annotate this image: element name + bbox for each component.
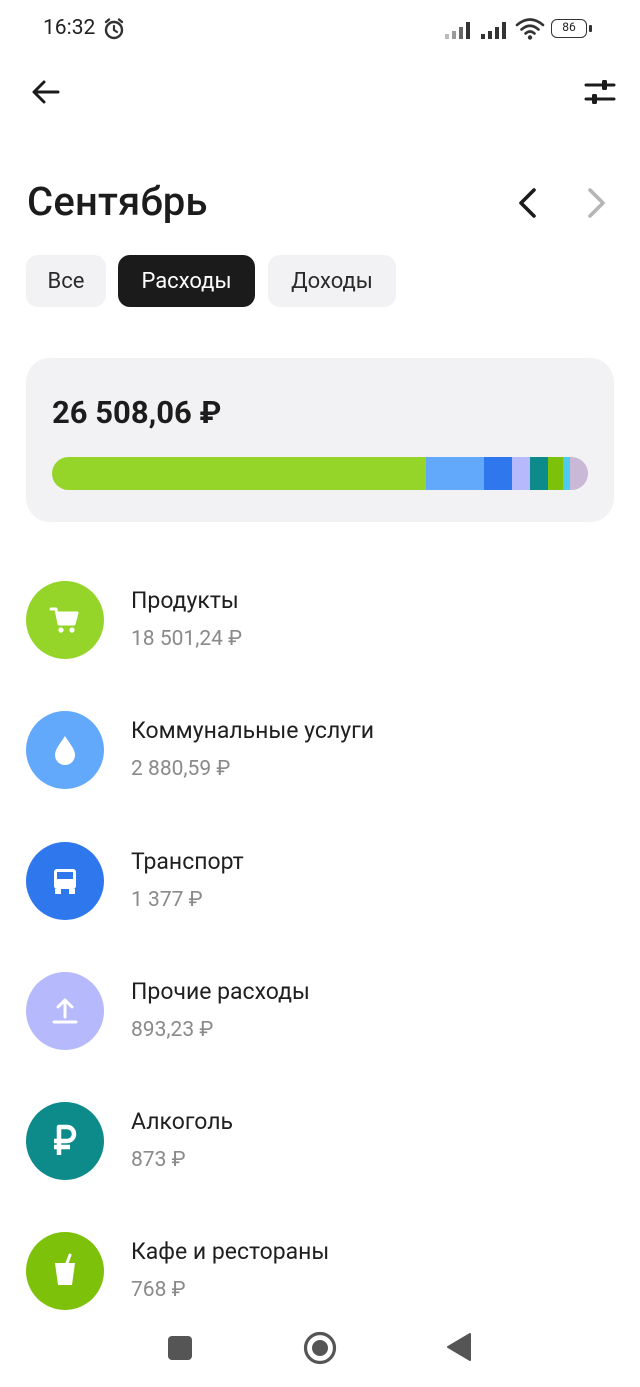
- category-amount: 893,23 ₽: [131, 1018, 214, 1042]
- breakdown-segment: [52, 457, 427, 490]
- ruble-icon: [54, 1124, 77, 1155]
- category-icon-circle: [26, 581, 104, 659]
- category-icon-circle: [26, 1102, 104, 1180]
- category-item-transport[interactable]: Транспорт 1 377 ₽: [0, 842, 640, 952]
- category-name: Коммунальные услуги: [131, 717, 375, 744]
- breakdown-segment: [426, 457, 485, 490]
- category-name: Прочие расходы: [131, 978, 310, 1005]
- summary-card: 26 508,06 ₽: [26, 358, 614, 522]
- category-amount: 1 377 ₽: [131, 888, 203, 912]
- filter-settings-button[interactable]: [582, 74, 618, 110]
- cart-icon: [49, 607, 79, 633]
- category-amount: 768 ₽: [131, 1278, 186, 1302]
- system-nav-bar: [0, 1310, 640, 1387]
- category-item-alcohol[interactable]: Алкоголь 873 ₽: [0, 1102, 640, 1212]
- category-icon-circle: [26, 1232, 104, 1310]
- wifi-icon: [515, 18, 545, 40]
- drop-icon: [55, 736, 75, 765]
- status-time: 16:32: [43, 16, 96, 40]
- category-name: Продукты: [131, 587, 239, 614]
- category-amount: 18 501,24 ₽: [131, 627, 243, 651]
- status-bar: 16:32 86: [0, 0, 640, 60]
- category-icon-circle: [26, 711, 104, 789]
- category-item-other-expenses[interactable]: Прочие расходы 893,23 ₽: [0, 972, 640, 1082]
- signal-icon: [481, 22, 506, 39]
- category-item-utilities[interactable]: Коммунальные услуги 2 880,59 ₽: [0, 711, 640, 821]
- alarm-icon: [104, 18, 124, 40]
- category-breakdown-bar: [52, 457, 588, 490]
- upload-icon: [52, 998, 78, 1024]
- breakdown-segment: [484, 457, 513, 490]
- breakdown-segment: [547, 457, 564, 490]
- tab-income[interactable]: Доходы: [268, 255, 396, 307]
- recents-icon[interactable]: [168, 1336, 192, 1360]
- category-name: Транспорт: [131, 848, 244, 875]
- category-amount: 873 ₽: [131, 1148, 186, 1172]
- page-title: Сентябрь: [27, 178, 208, 225]
- battery-tip: [589, 25, 592, 32]
- breakdown-segment: [563, 457, 571, 490]
- tab-all[interactable]: Все: [26, 255, 106, 307]
- category-item-products[interactable]: Продукты 18 501,24 ₽: [0, 581, 640, 691]
- back-icon[interactable]: [446, 1332, 472, 1362]
- category-amount: 2 880,59 ₽: [131, 757, 231, 781]
- cup-icon: [55, 1253, 75, 1285]
- truck-icon: [54, 869, 76, 894]
- category-icon-circle: [26, 972, 104, 1050]
- home-icon[interactable]: [302, 1330, 338, 1366]
- back-button[interactable]: [28, 74, 64, 110]
- tab-expenses[interactable]: Расходы: [118, 255, 255, 307]
- category-icon-circle: [26, 842, 104, 920]
- battery-icon: 86: [551, 19, 587, 38]
- category-name: Алкоголь: [131, 1108, 233, 1135]
- signal-icon: [445, 22, 470, 39]
- category-name: Кафе и рестораны: [131, 1238, 330, 1265]
- breakdown-segment: [512, 457, 531, 490]
- chevron-left-icon[interactable]: [510, 184, 546, 222]
- chevron-right-icon[interactable]: [578, 184, 614, 222]
- total-amount: 26 508,06 ₽: [52, 394, 222, 431]
- breakdown-segment: [530, 457, 548, 490]
- breakdown-segment: [570, 457, 588, 490]
